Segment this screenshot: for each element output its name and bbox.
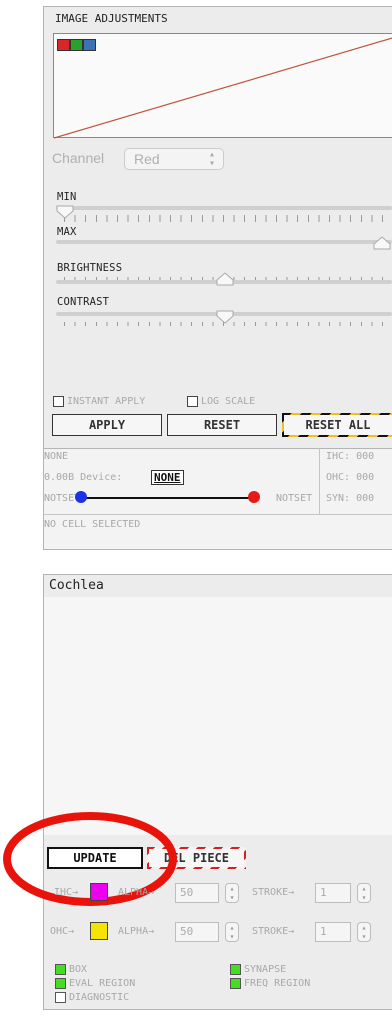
ihc-stroke-stepper[interactable]: ▴ ▾ (357, 883, 371, 903)
none-status-text: NONE (44, 451, 69, 462)
ihc-alpha-stepper[interactable]: ▴ ▾ (225, 883, 239, 903)
ihc-alpha-field[interactable]: 50 (175, 883, 219, 903)
reset-button[interactable]: RESET (167, 414, 277, 436)
eval-region-label: EVAL REGION (69, 978, 136, 989)
min-slider-knob[interactable] (56, 205, 74, 219)
device-value[interactable]: NONE (151, 470, 184, 485)
syn-count: SYN: 000 (326, 493, 375, 504)
channel-red-swatch[interactable] (57, 39, 70, 51)
synapse-label: SYNAPSE (244, 964, 287, 975)
max-slider-ticks (64, 218, 392, 222)
channel-select[interactable]: Red ▴ ▾ (124, 148, 224, 170)
info-divider-h (43, 514, 392, 515)
ohc-stroke-label: STROKE→ (252, 926, 295, 937)
ihc-label: IHC→ (54, 887, 79, 898)
instant-apply-checkbox[interactable] (53, 396, 64, 407)
channel-blue-swatch[interactable] (83, 39, 96, 51)
channel-select-value: Red (134, 151, 160, 167)
reset-all-label: RESET ALL (305, 418, 371, 432)
ohc-label: OHC→ (50, 926, 75, 937)
curve-line (54, 37, 392, 139)
eval-region-checkbox[interactable] (55, 978, 66, 989)
ohc-count: OHC: 000 (326, 472, 375, 483)
ohc-stroke-field[interactable]: 1 (315, 922, 351, 942)
ihc-alpha-label: ALPHA→ (118, 887, 155, 898)
channel-label: Channel (52, 150, 105, 166)
range-slider-line[interactable] (81, 497, 255, 499)
box-checkbox[interactable] (55, 964, 66, 975)
notset-right-text: NOTSET (276, 493, 313, 504)
max-slider-track[interactable] (56, 240, 392, 244)
histogram-curve-plot[interactable] (53, 33, 392, 139)
cochlea-title: Cochlea (49, 578, 104, 593)
channel-green-swatch[interactable] (70, 39, 83, 51)
info-divider-v (319, 448, 320, 514)
brightness-slider-knob[interactable] (216, 272, 234, 286)
ihc-stroke-label: STROKE→ (252, 887, 295, 898)
ohc-alpha-stepper[interactable]: ▴ ▾ (225, 922, 239, 942)
brightness-slider-label: BRIGHTNESS (57, 262, 123, 274)
freq-region-checkbox[interactable] (230, 978, 241, 989)
image-adjustments-title: IMAGE ADJUSTMENTS (55, 12, 168, 25)
max-slider-label: MAX (57, 226, 77, 238)
freq-region-label: FREQ REGION (244, 978, 311, 989)
apply-button[interactable]: APPLY (52, 414, 162, 436)
ihc-color-swatch[interactable] (90, 883, 108, 901)
device-text: 0.00B Device: (44, 472, 123, 483)
range-start-handle[interactable] (75, 491, 87, 503)
no-cell-selected-text: NO CELL SELECTED (44, 519, 141, 530)
log-scale-label: LOG SCALE (201, 396, 256, 407)
ihc-stroke-field[interactable]: 1 (315, 883, 351, 903)
box-label: BOX (69, 964, 88, 975)
range-end-handle[interactable] (248, 491, 260, 503)
ohc-color-swatch[interactable] (90, 922, 108, 940)
synapse-checkbox[interactable] (230, 964, 241, 975)
instant-apply-label: INSTANT APPLY (67, 396, 146, 407)
max-slider-knob[interactable] (373, 236, 391, 250)
contrast-slider-label: CONTRAST (57, 296, 110, 308)
diagnostic-label: DIAGNOSTIC (69, 992, 130, 1003)
contrast-slider-knob[interactable] (216, 310, 234, 324)
log-scale-checkbox[interactable] (187, 396, 198, 407)
diagnostic-checkbox[interactable] (55, 992, 66, 1003)
reset-all-button[interactable]: RESET ALL (282, 413, 392, 437)
ohc-stroke-stepper[interactable]: ▴ ▾ (357, 922, 371, 942)
cochlea-list-area[interactable] (44, 597, 392, 835)
updown-chevron-icon: ▴ ▾ (208, 149, 215, 169)
ihc-count: IHC: 000 (326, 451, 375, 462)
ohc-alpha-label: ALPHA→ (118, 926, 155, 937)
min-slider-track[interactable] (56, 206, 392, 210)
min-slider-label: MIN (57, 191, 77, 203)
ohc-alpha-field[interactable]: 50 (175, 922, 219, 942)
annotation-circle (3, 812, 177, 906)
